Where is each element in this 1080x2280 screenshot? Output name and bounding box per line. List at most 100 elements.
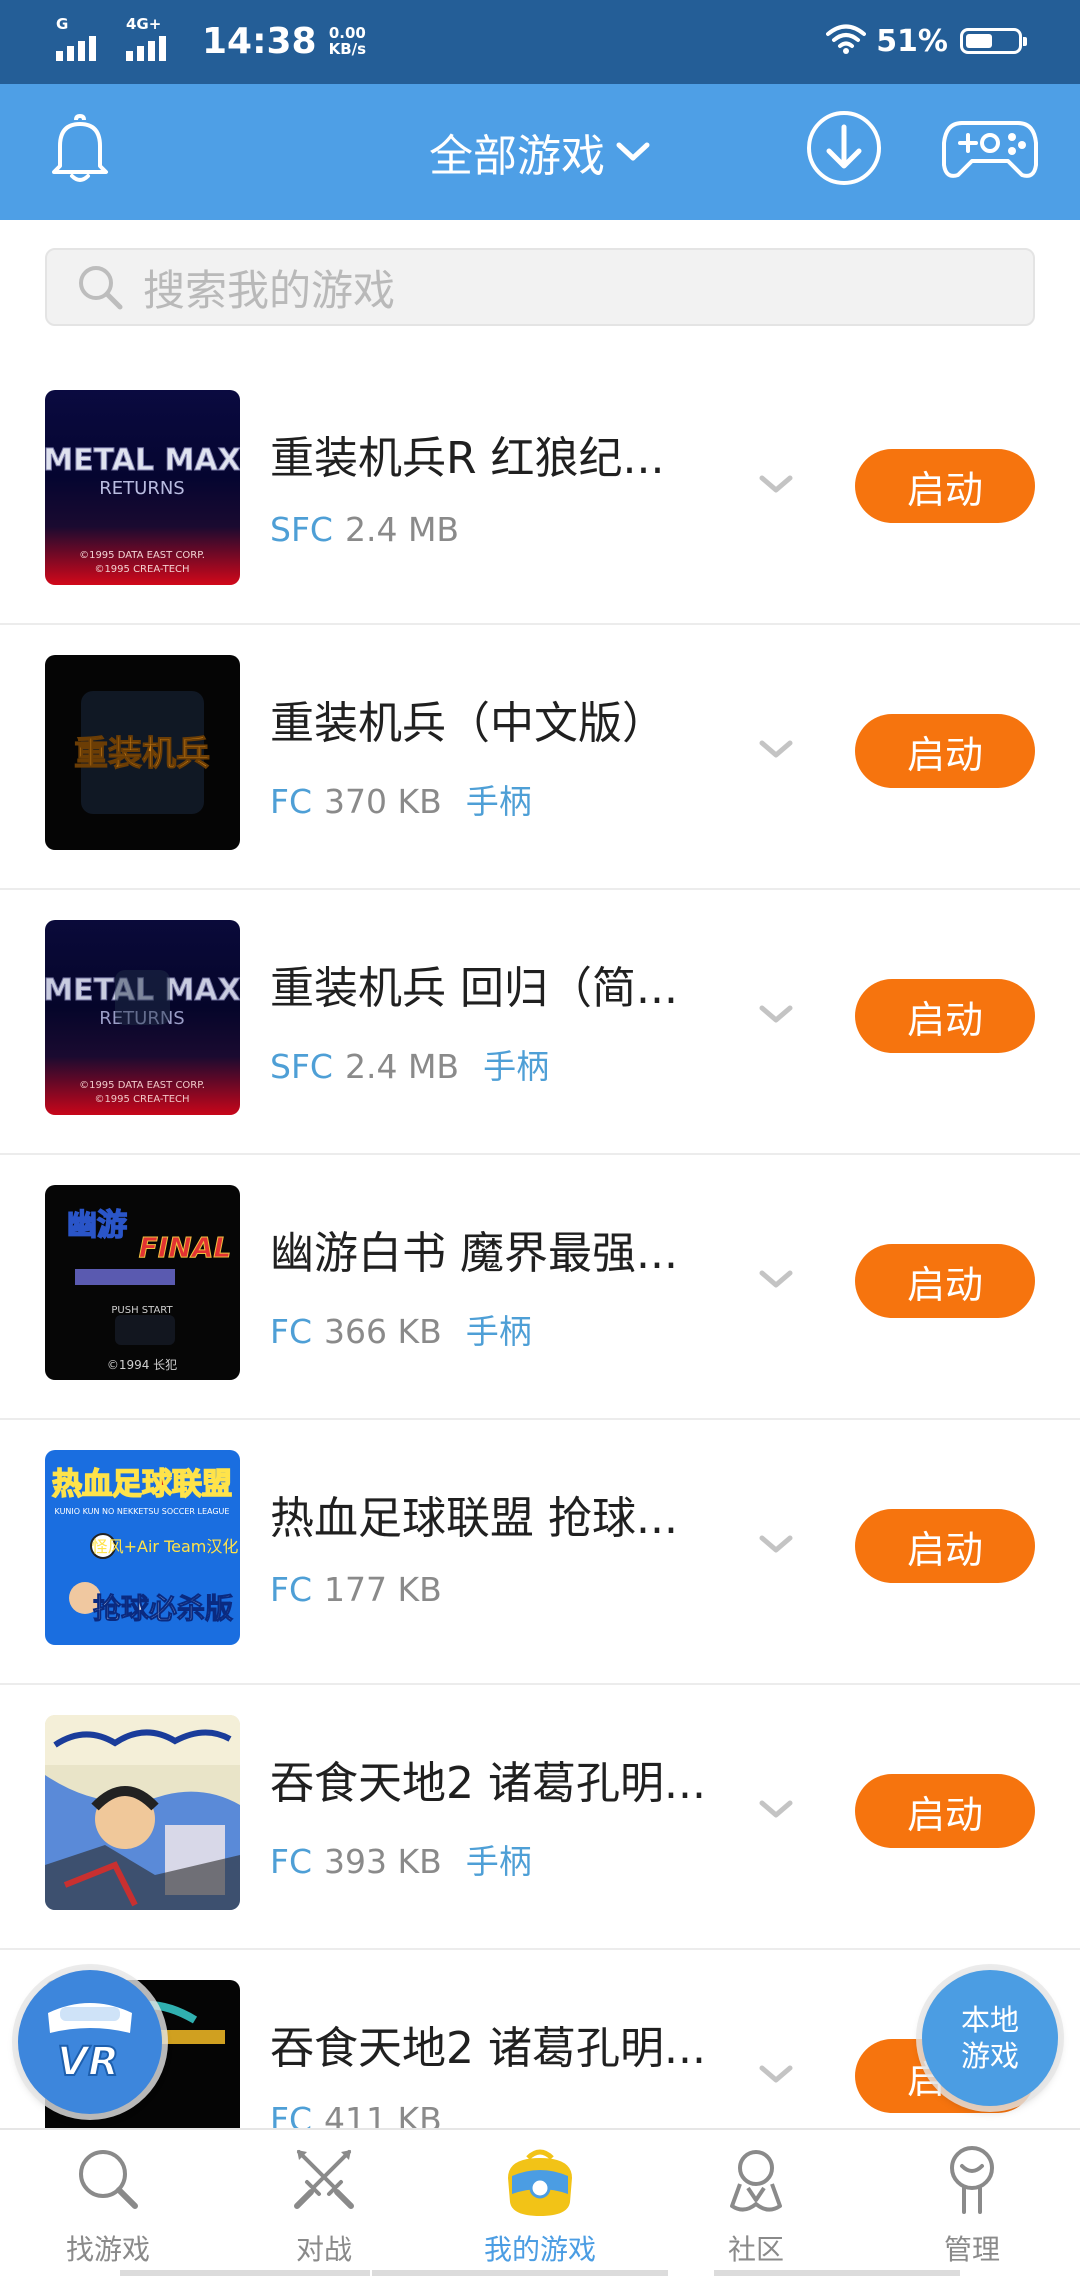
launch-button[interactable]: 启动: [855, 1244, 1035, 1318]
game-platform: FC: [270, 782, 313, 821]
nav-label: 社区: [727, 2233, 784, 2266]
chevron-down-icon[interactable]: [756, 735, 796, 767]
launch-button[interactable]: 启动: [855, 979, 1035, 1053]
thumb-team: 怪风+Air Team汉化: [92, 1537, 239, 1556]
search-input[interactable]: 搜索我的游戏: [45, 248, 1035, 326]
list-item[interactable]: 重装机兵 重装机兵（中文版） FC 370 KB 手柄 启动: [0, 625, 1080, 890]
nav-find-games[interactable]: 找游戏: [0, 2130, 216, 2280]
game-title: 重装机兵 回归（简...: [270, 963, 678, 1014]
bottom-nav: 找游戏 对战 我的游戏 社区 管理: [0, 2128, 1080, 2280]
game-title: 重装机兵（中文版）: [270, 698, 666, 749]
chevron-down-icon[interactable]: [756, 1000, 796, 1032]
thumb-logo: FINAL: [139, 1231, 232, 1264]
game-size: 370 KB: [324, 782, 442, 821]
controller-badge: 手柄: [465, 1312, 532, 1351]
search-placeholder: 搜索我的游戏: [143, 265, 396, 315]
game-platform: FC: [270, 1570, 313, 1609]
game-meta: FC 370 KB 手柄: [270, 775, 532, 823]
status-right: 51%: [826, 16, 1027, 66]
launch-button[interactable]: 启动: [855, 449, 1035, 523]
network-speed-value: 0.00: [328, 24, 366, 42]
network-speed: 0.00 KB/s: [329, 25, 366, 57]
game-meta: SFC 2.4 MB: [270, 510, 483, 549]
local-games-button[interactable]: 本地 游戏: [922, 1970, 1058, 2106]
crossed-swords-icon: [289, 2144, 359, 2218]
download-button[interactable]: [802, 108, 886, 192]
nav-manage[interactable]: 管理: [864, 2130, 1080, 2280]
nav-battle[interactable]: 对战: [216, 2130, 432, 2280]
battery-icon: [960, 28, 1027, 54]
chevron-down-icon[interactable]: [756, 470, 796, 502]
chevron-down-icon[interactable]: [756, 2060, 796, 2092]
list-item[interactable]: METAL MAX RETURNS ©1995 DATA EAST CORP. …: [0, 890, 1080, 1155]
game-list: METAL MAX RETURNS ©1995 DATA EAST CORP. …: [0, 360, 1080, 2215]
controller-badge: 手柄: [465, 782, 532, 821]
notification-button[interactable]: [40, 112, 120, 192]
list-item[interactable]: 幽游 FINAL PUSH START ©1994 长犯 幽游白书 魔界最强..…: [0, 1155, 1080, 1420]
nav-scroll-indicator: [372, 2270, 668, 2276]
game-size: 366 KB: [324, 1312, 442, 1351]
game-size: 177 KB: [324, 1570, 442, 1609]
chevron-down-icon[interactable]: [756, 1530, 796, 1562]
game-thumbnail: METAL MAX RETURNS ©1995 DATA EAST CORP. …: [45, 920, 240, 1115]
game-platform: FC: [270, 1842, 313, 1881]
network-speed-unit: KB/s: [328, 40, 367, 58]
game-thumbnail: 重装机兵: [45, 655, 240, 850]
community-icon: [720, 2144, 792, 2220]
game-meta: FC 177 KB: [270, 1570, 466, 1609]
manage-icon: [940, 2144, 1004, 2220]
list-item[interactable]: 吞食天地2 诸葛孔明... FC 393 KB 手柄 启动: [0, 1685, 1080, 1950]
game-platform: SFC: [270, 1047, 333, 1086]
thumb-copyright-1: ©1995 DATA EAST CORP.: [79, 1080, 205, 1091]
launch-button[interactable]: 启动: [855, 1774, 1035, 1848]
svg-text:幽游: 幽游: [67, 1208, 127, 1243]
game-meta: FC 366 KB 手柄: [270, 1305, 532, 1353]
app-bar: 全部游戏: [0, 84, 1080, 220]
game-thumbnail: [45, 1715, 240, 1910]
vr-button[interactable]: VR: [18, 1970, 162, 2114]
game-size: 2.4 MB: [344, 1047, 460, 1086]
thumb-copyright-2: ©1995 CREA-TECH: [94, 1094, 189, 1105]
chevron-down-icon[interactable]: [756, 1265, 796, 1297]
game-meta: SFC 2.4 MB 手柄: [270, 1040, 549, 1088]
nav-community[interactable]: 社区: [648, 2130, 864, 2280]
sim2-label: 4G+: [126, 15, 162, 33]
controller-badge: 手柄: [465, 1842, 532, 1881]
game-platform: FC: [270, 1312, 313, 1351]
gamepad-button[interactable]: [940, 108, 1040, 192]
game-title: 吞食天地2 诸葛孔明...: [270, 2023, 706, 2074]
status-bar: G 4G+ 14:38 0.00 KB/s 51%: [0, 0, 1080, 84]
search-icon: [75, 262, 125, 312]
launch-button[interactable]: 启动: [855, 1509, 1035, 1583]
gamepad-icon: [942, 113, 1038, 187]
game-platform: SFC: [270, 510, 333, 549]
thumb-sub: RETURNS: [99, 478, 184, 499]
status-time: 14:38: [202, 20, 317, 62]
chevron-down-icon[interactable]: [756, 1795, 796, 1827]
launch-button[interactable]: 启动: [855, 714, 1035, 788]
game-thumbnail: 幽游 FINAL PUSH START ©1994 长犯: [45, 1185, 240, 1380]
thumb-sub: KUNIO KUN NO NEKKETSU SOCCER LEAGUE: [55, 1507, 230, 1516]
download-icon: [805, 109, 883, 191]
nav-label: 对战: [295, 2233, 352, 2266]
nav-scroll-indicator: [714, 2270, 960, 2276]
status-left: G 4G+ 14:38 0.00 KB/s: [56, 15, 366, 66]
thumb-logo: 重装机兵: [74, 734, 210, 774]
game-size: 393 KB: [324, 1842, 442, 1881]
game-thumbnail: 热血足球联盟 KUNIO KUN NO NEKKETSU SOCCER LEAG…: [45, 1450, 240, 1645]
category-dropdown[interactable]: 全部游戏: [0, 84, 1080, 220]
list-item[interactable]: METAL MAX RETURNS ©1995 DATA EAST CORP. …: [0, 360, 1080, 625]
svg-text:©1994 长犯: ©1994 长犯: [107, 1358, 177, 1372]
chevron-down-icon: [615, 140, 651, 164]
thumb-logo: 热血足球联盟: [52, 1467, 232, 1502]
game-thumbnail: METAL MAX RETURNS ©1995 DATA EAST CORP. …: [45, 390, 240, 585]
game-title: 重装机兵R 红狼纪...: [270, 433, 665, 484]
thumb-copyright-2: ©1995 CREA-TECH: [94, 564, 189, 575]
thumb-logo: METAL MAX: [45, 443, 240, 478]
game-bag-icon: [502, 2144, 578, 2224]
nav-my-games[interactable]: 我的游戏: [432, 2130, 648, 2280]
game-title: 幽游白书 魔界最强...: [270, 1228, 678, 1279]
nav-scroll-indicator: [120, 2270, 370, 2276]
list-item[interactable]: 热血足球联盟 KUNIO KUN NO NEKKETSU SOCCER LEAG…: [0, 1420, 1080, 1685]
signal-sim2-icon: 4G+: [126, 15, 186, 61]
